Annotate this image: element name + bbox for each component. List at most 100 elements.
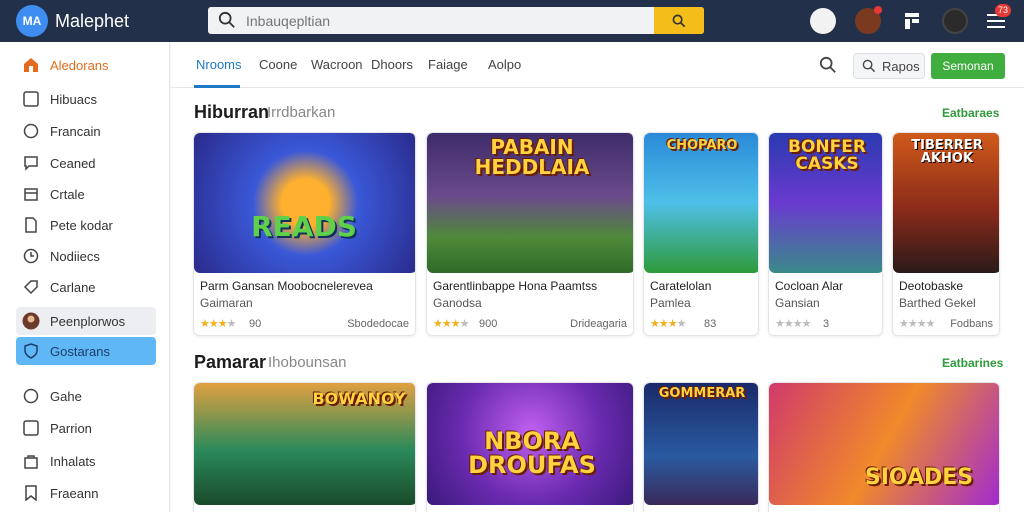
- app-logo[interactable]: MA: [16, 5, 48, 37]
- rating-value: 900: [479, 318, 498, 330]
- game-subtitle: Barthed Gekel: [899, 296, 976, 310]
- sidebar-item-label: Nodiiecs: [50, 248, 100, 264]
- section-title: Pamarar: [194, 352, 267, 372]
- sidebar-item-label: Peenplorwos: [50, 313, 126, 329]
- notification-count-badge: 73: [995, 4, 1012, 17]
- game-card[interactable]: PABAIN HEDDLAIA Garentlinbappe Hona Paam…: [426, 132, 634, 336]
- sidebar-item-6[interactable]: Nodiiecs: [16, 242, 156, 270]
- tab-5[interactable]: Aolpo: [488, 57, 521, 72]
- chat-icon: [22, 154, 40, 172]
- tab-4[interactable]: Faiage: [428, 57, 468, 72]
- sidebar-item-label: Fraeann: [50, 485, 99, 501]
- game-card[interactable]: NBORA DROUFAS: [426, 382, 634, 512]
- sidebar-item-label: Pete kodar: [50, 217, 113, 233]
- game-card[interactable]: READS Parm Gansan Moobocnelerevea Gaimar…: [193, 132, 416, 336]
- sidebar-item-8[interactable]: Peenplorwos: [16, 307, 156, 335]
- game-thumbnail: NBORA DROUFAS: [427, 383, 633, 505]
- game-subtitle: Ganodsa: [433, 296, 482, 310]
- game-subtitle: Pamlea: [650, 296, 691, 310]
- search-icon: [218, 11, 235, 28]
- box-icon: [22, 185, 40, 203]
- thumbnail-title: READS: [251, 210, 357, 243]
- search-icon[interactable]: [819, 56, 837, 74]
- home-icon: [22, 56, 40, 74]
- game-card[interactable]: SIOADES: [768, 382, 1000, 512]
- game-subtitle: Gaimaran: [200, 296, 253, 310]
- game-thumbnail: READS: [194, 133, 415, 273]
- star-rating: ★★★★: [200, 318, 236, 330]
- game-card[interactable]: GOMMERAR: [643, 382, 759, 512]
- sidebar-item-2[interactable]: Francain: [16, 117, 156, 145]
- layout-icon[interactable]: [904, 12, 920, 30]
- sidebar-item-7[interactable]: Carlane: [16, 273, 156, 301]
- search-button[interactable]: [654, 7, 704, 34]
- section-see-all-link[interactable]: Eatbaraes: [942, 106, 999, 120]
- game-thumbnail: BOWANOY: [194, 383, 415, 505]
- sidebar-item-4[interactable]: Crtale: [16, 180, 156, 208]
- game-card[interactable]: BONFER CASKS Cocloan Alar Gansian ★★★★ 3: [768, 132, 883, 336]
- section-see-all-link[interactable]: Eatbarines: [942, 356, 1003, 370]
- thumbnail-title: PABAIN HEDDLAIA: [474, 135, 590, 179]
- sidebar-item-10[interactable]: Gahe: [16, 382, 156, 410]
- game-card[interactable]: TIBERRER AKHOK Deotobaske Barthed Gekel …: [892, 132, 1000, 336]
- circle-icon: [22, 387, 40, 405]
- game-card[interactable]: BOWANOY: [193, 382, 416, 512]
- sidebar-item-1[interactable]: Hibuacs: [16, 85, 156, 113]
- report-button[interactable]: Rapos: [853, 53, 925, 79]
- star-rating: ★★★★: [433, 318, 469, 330]
- sidebar-item-label: Gahe: [50, 388, 82, 404]
- game-title: Deotobaske: [899, 279, 964, 293]
- game-meta: Drideagaria: [570, 318, 627, 330]
- mascot-icon[interactable]: [810, 8, 836, 34]
- game-card[interactable]: CHOPARO Caratelolan Pamlea ★★★★ 83: [643, 132, 759, 336]
- sidebar-item-label: Gostarans: [50, 343, 110, 359]
- game-title: Garentlinbappe Hona Paamtss: [433, 279, 598, 293]
- rating-value: 3: [823, 318, 830, 330]
- sidebar-item-home[interactable]: Aledorans: [16, 51, 156, 79]
- sidebar: Aledorans Hibuacs Francain Ceaned Crtale…: [0, 42, 170, 512]
- shield-icon: [22, 342, 40, 360]
- notification-dot: [874, 6, 882, 14]
- sidebar-item-11[interactable]: Parrion: [16, 414, 156, 442]
- tab-3[interactable]: Dhoors: [371, 57, 413, 72]
- section-subtitle: Irrdbarkan: [267, 104, 336, 121]
- thumbnail-title: GOMMERAR: [658, 386, 746, 401]
- game-title: Cocloan Alar: [775, 279, 844, 293]
- search-input[interactable]: [246, 10, 646, 31]
- sidebar-item-label: Inhalats: [50, 453, 96, 469]
- rating-value: 83: [704, 318, 717, 330]
- thumbnail-title: BOWANOY: [312, 389, 406, 408]
- game-thumbnail: PABAIN HEDDLAIA: [427, 133, 633, 273]
- section-title: Hiburran: [194, 102, 270, 122]
- game-meta: Sbodedocae: [347, 318, 409, 330]
- top-bar: MA Malephet 73: [0, 0, 1024, 42]
- star-rating: ★★★★: [899, 318, 935, 330]
- tab-1[interactable]: Coone: [259, 57, 297, 72]
- game-subtitle: Gansian: [775, 296, 820, 310]
- tag-icon: [22, 278, 40, 296]
- sidebar-item-13[interactable]: Fraeann: [16, 479, 156, 507]
- search-icon: [862, 59, 876, 73]
- game-thumbnail: CHOPARO: [644, 133, 758, 273]
- thumbnail-title: BONFER CASKS: [788, 137, 866, 174]
- sidebar-item-label: Aledorans: [50, 57, 109, 73]
- game-meta: Fodbans: [950, 318, 993, 330]
- star-rating: ★★★★: [650, 318, 686, 330]
- game-thumbnail: GOMMERAR: [644, 383, 758, 505]
- sidebar-item-3[interactable]: Ceaned: [16, 149, 156, 177]
- search-icon: [672, 14, 686, 27]
- user-avatar[interactable]: [942, 8, 968, 34]
- active-tab-indicator: [194, 85, 240, 88]
- primary-action-button[interactable]: Semonan: [931, 53, 1005, 79]
- sidebar-item-9[interactable]: Gostarans: [16, 337, 156, 365]
- main-content: Nrooms Coone Wacroon Dhoors Faiage Aolpo…: [171, 42, 1024, 512]
- sidebar-item-12[interactable]: Inhalats: [16, 447, 156, 475]
- game-title: Parm Gansan Moobocnelerevea: [200, 279, 373, 293]
- game-thumbnail: BONFER CASKS: [769, 133, 882, 273]
- tab-0[interactable]: Nrooms: [196, 57, 242, 72]
- sidebar-item-5[interactable]: Pete kodar: [16, 211, 156, 239]
- document-icon: [22, 216, 40, 234]
- tab-2[interactable]: Wacroon: [311, 57, 363, 72]
- app-name[interactable]: Malephet: [55, 11, 129, 32]
- thumbnail-title: TIBERRER AKHOK: [911, 138, 983, 166]
